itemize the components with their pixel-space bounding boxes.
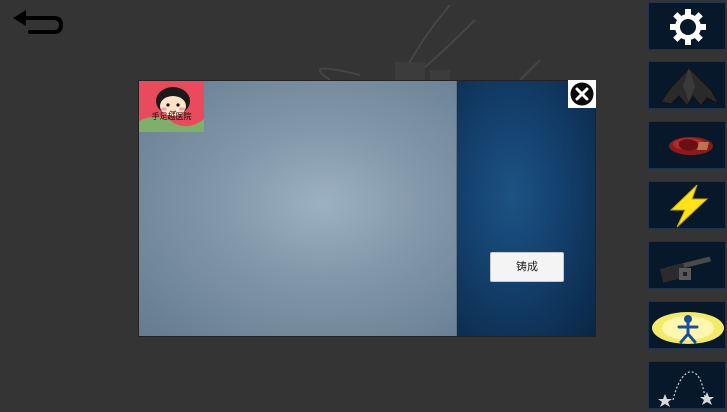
sidebar-item-settings[interactable] — [648, 2, 726, 50]
dialog-action-panel — [457, 81, 595, 336]
back-button[interactable] — [10, 8, 66, 42]
casting-dialog: 手足越医院 铸成 — [138, 80, 596, 337]
sidebar-item-hammer[interactable] — [648, 241, 726, 289]
gear-icon — [670, 9, 706, 45]
hammer-icon — [659, 256, 712, 283]
close-button[interactable] — [568, 80, 596, 108]
cast-button[interactable]: 铸成 — [490, 252, 564, 282]
girl-portrait-icon — [139, 81, 204, 132]
sidebar-item-cloak[interactable] — [648, 61, 726, 109]
inventory-panel: 手足越医院 — [139, 81, 457, 336]
sidebar-item-meat[interactable] — [648, 121, 726, 169]
meat-icon — [669, 137, 713, 155]
sidebar-item-lightning[interactable] — [648, 181, 726, 229]
back-arrow-icon — [13, 10, 64, 34]
item-card[interactable]: 手足越医院 — [139, 81, 204, 132]
cloak-icon — [660, 67, 721, 107]
lightning-icon — [669, 184, 709, 228]
star-chain-icon — [658, 371, 714, 407]
sidebar — [647, 0, 727, 412]
sidebar-item-glowing-figure[interactable] — [648, 301, 726, 349]
sidebar-item-star-chain[interactable] — [648, 361, 726, 409]
close-icon — [570, 82, 594, 106]
item-label: 手足越医院 — [151, 112, 192, 121]
glowing-figure-icon — [652, 312, 724, 344]
